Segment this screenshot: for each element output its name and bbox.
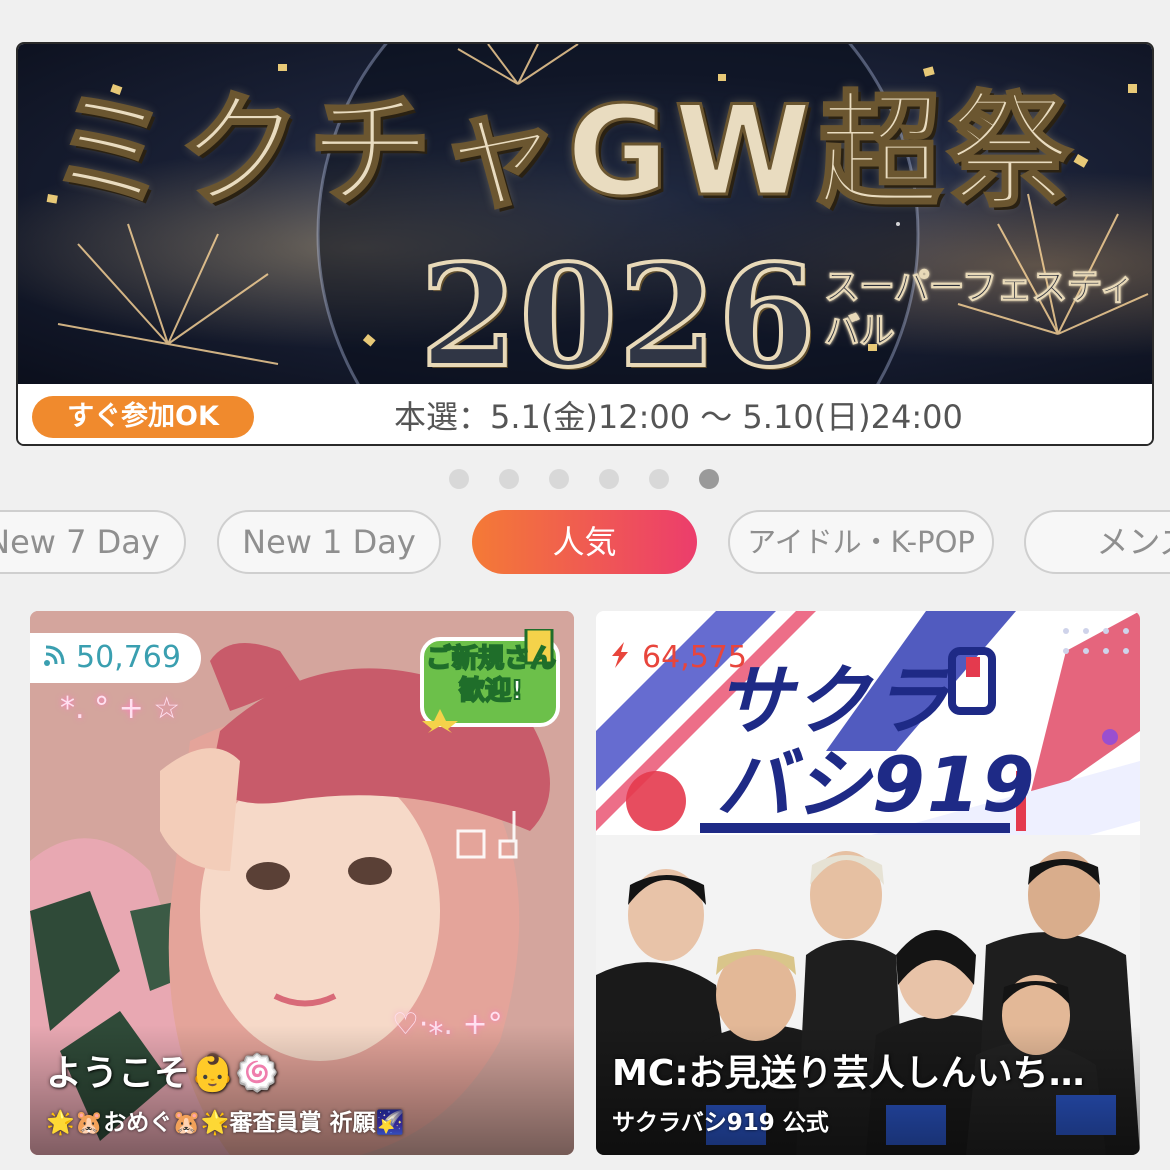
join-now-badge: すぐ参加OK: [32, 396, 254, 438]
banner-footer: すぐ参加OK 本選：5.1(金)12:00 〜 5.10(日)24:00: [18, 384, 1152, 444]
banner-artwork: ミクチャGW超祭 2026 スーパーフェスティバル: [18, 44, 1152, 394]
tab-idol-kpop[interactable]: アイドル・K-POP: [728, 510, 994, 574]
banner-subtitle: スーパーフェスティバル: [824, 267, 1136, 353]
event-banner[interactable]: ミクチャGW超祭 2026 スーパーフェスティバル すぐ参加OK 本選：5.1(…: [16, 42, 1154, 446]
tab-new-1-day[interactable]: New 1 Day: [217, 510, 441, 574]
stream-title: ようこそ👶🍥: [46, 1053, 280, 1094]
streamer-name: 🌟🐹おめぐ🐹🌟審査員賞 祈願🌠: [46, 1110, 405, 1136]
show-logo: サクラ バシ919: [716, 659, 1046, 827]
show-logo-line1: サクラ: [716, 656, 950, 745]
carousel-dot[interactable]: [599, 469, 619, 489]
show-logo-line2: バシ919: [716, 740, 1037, 829]
banner-title: ミクチャGW超祭: [47, 80, 1078, 224]
welcome-sticker: ご新規さん歓迎!: [418, 629, 562, 733]
banner-year: 2026: [418, 235, 818, 399]
lightning-icon: [608, 634, 634, 684]
viewer-count-badge: 50,769: [30, 633, 201, 683]
streamer-name: サクラバシ919 公式: [612, 1110, 829, 1136]
broadcast-icon: [42, 634, 68, 684]
sparkle-decoration: *. ° + ☆: [60, 691, 181, 726]
tab-popular[interactable]: 人気: [472, 510, 697, 574]
tab-new-7-day[interactable]: New 7 Day: [0, 510, 186, 574]
event-schedule: 本選：5.1(金)12:00 〜 5.10(日)24:00: [394, 398, 963, 436]
welcome-sticker-text: ご新規さん歓迎!: [425, 643, 557, 707]
stream-title: MC:お見送り芸人しんいち…: [612, 1053, 1085, 1094]
viewer-count: 50,769: [76, 640, 181, 675]
viewer-count-badge: 64,575: [596, 633, 767, 683]
carousel-dot[interactable]: [499, 469, 519, 489]
carousel-dot[interactable]: [699, 469, 719, 489]
viewer-count: 64,575: [642, 640, 747, 675]
tab-mens[interactable]: メンズ: [1024, 510, 1170, 574]
live-card[interactable]: サクラ バシ919 64,575 MC:お見送り芸人しんいち… サクラバシ919…: [596, 611, 1140, 1155]
carousel-dot[interactable]: [649, 469, 669, 489]
carousel-dot[interactable]: [449, 469, 469, 489]
live-card[interactable]: 50,769 ご新規さん歓迎! *. ° + ☆ ♡·⁎. +° ようこそ👶🍥 …: [30, 611, 574, 1155]
carousel-dot[interactable]: [549, 469, 569, 489]
